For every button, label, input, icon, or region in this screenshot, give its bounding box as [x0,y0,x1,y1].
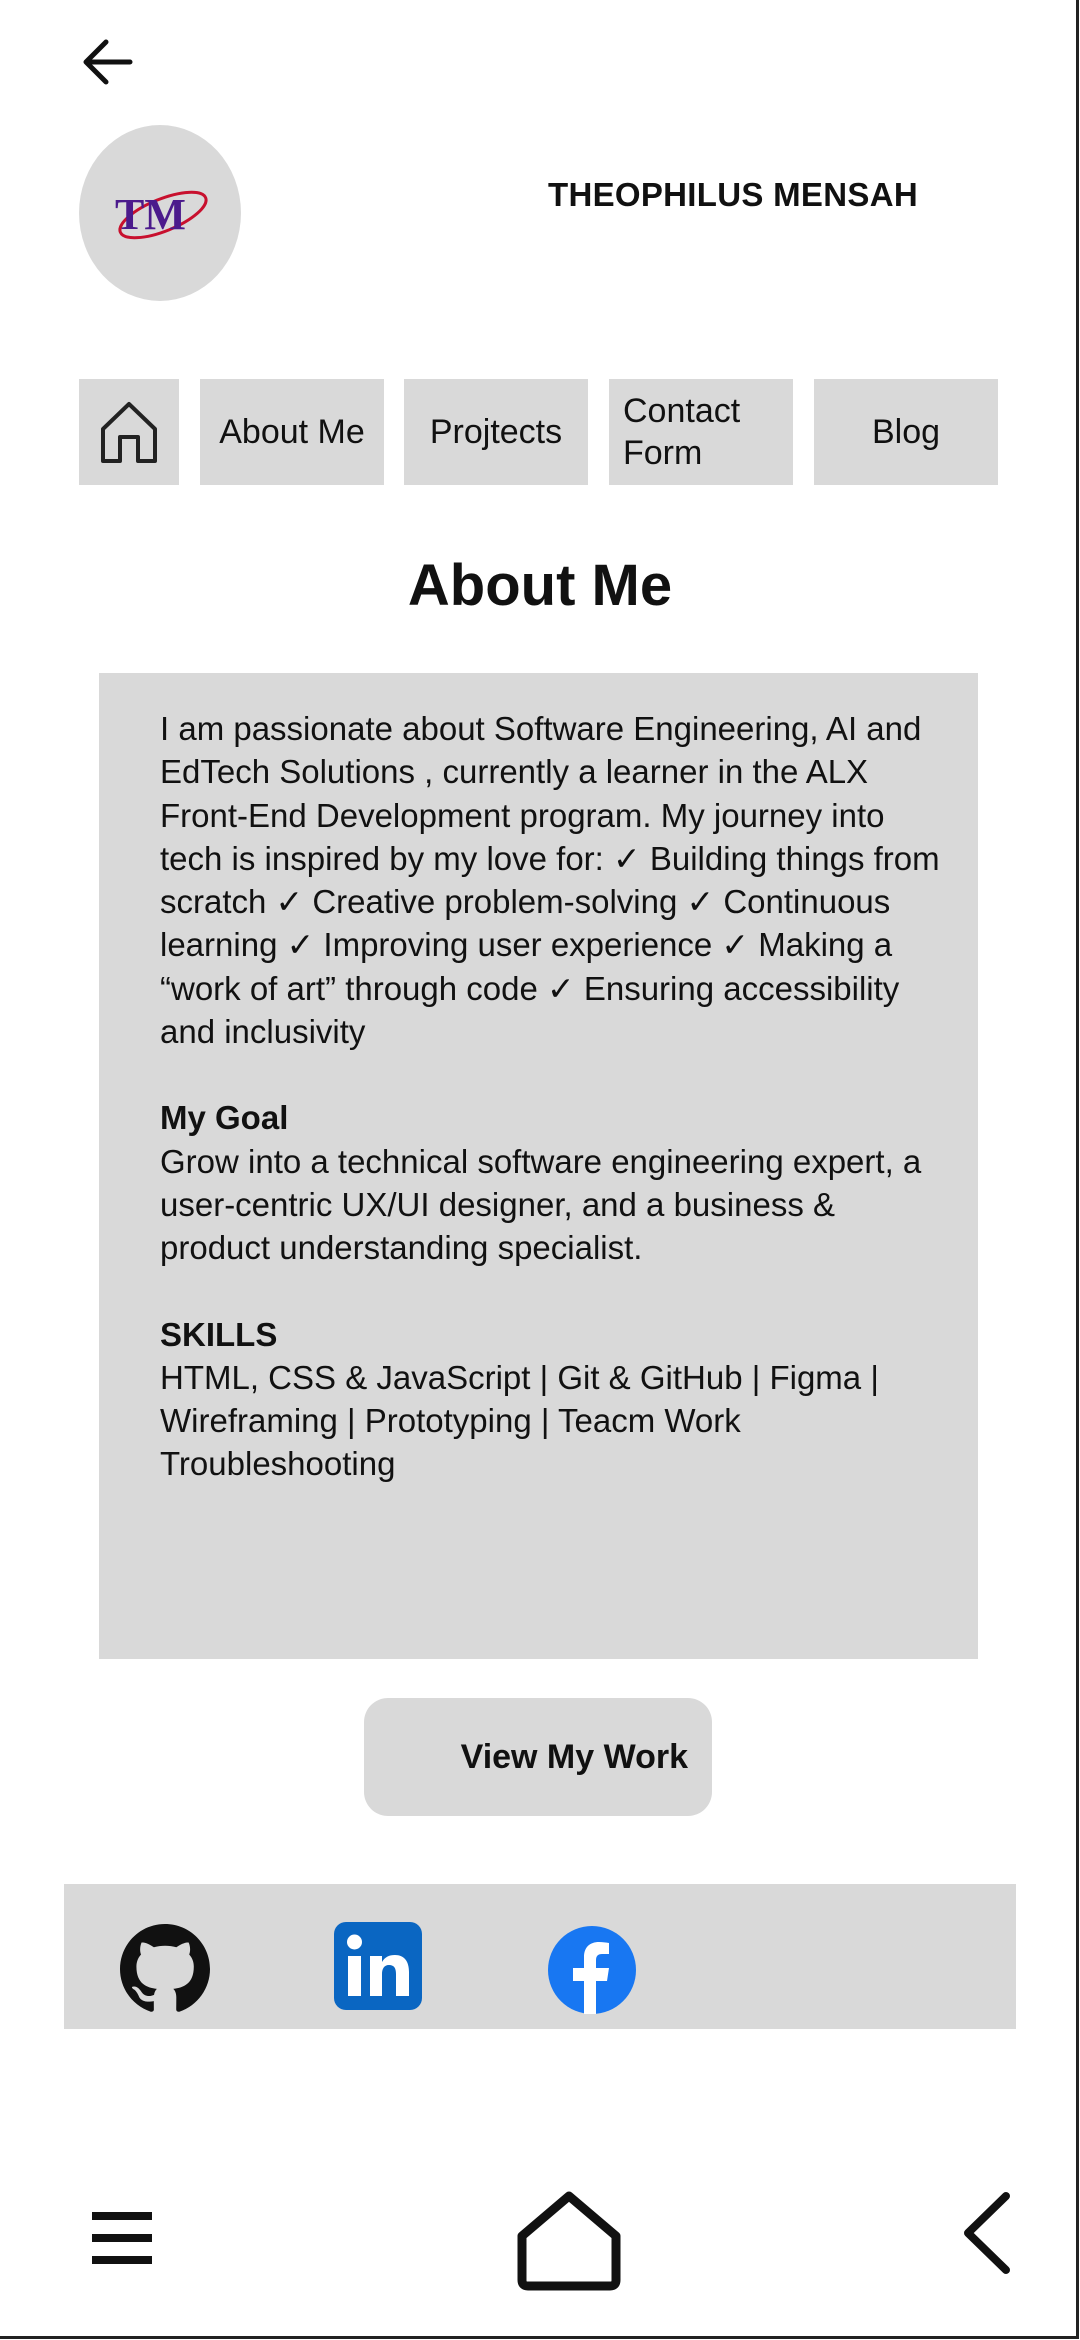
nav-projects[interactable]: Projtects [404,379,588,485]
about-card: I am passionate about Software Engineeri… [99,673,978,1659]
skills-text: HTML, CSS & JavaScript | Git & GitHub | … [160,1358,879,1483]
nav-home[interactable] [79,379,179,485]
github-link[interactable] [120,1924,210,2014]
facebook-icon [548,1926,636,2014]
profile-name: THEOPHILUS MENSAH [548,176,918,213]
facebook-link[interactable] [548,1926,638,2016]
linkedin-icon [334,1922,422,2010]
tm-logo-icon: TM [115,190,208,240]
skills-heading: SKILLS [160,1315,278,1353]
system-menu-button[interactable] [92,2210,152,2271]
linkedin-link[interactable] [334,1922,424,2012]
social-links-bar [64,1884,1016,2029]
back-arrow-button[interactable] [80,36,136,88]
arrow-left-icon [83,39,133,85]
nav-contact-line1: Contact [623,392,741,430]
home-icon [517,2191,621,2291]
nav-contact-line2: Form [623,434,703,472]
home-icon [101,402,157,463]
about-card-content: I am passionate about Software Engineeri… [160,707,950,1486]
view-my-work-button[interactable]: View My Work [364,1698,712,1816]
github-icon [120,1924,210,2012]
nav-blog[interactable]: Blog [814,379,998,485]
logo-text: TM [115,190,186,239]
menu-icon [92,2212,152,2264]
system-home-button[interactable] [516,2190,622,2297]
profile-avatar: TM [79,125,241,301]
goal-text: Grow into a technical software engineeri… [160,1142,922,1267]
system-back-button[interactable] [958,2190,1014,2281]
nav-contact-form[interactable]: Contact Form [609,379,793,485]
chevron-left-icon [964,2192,1010,2274]
goal-heading: My Goal [160,1099,289,1137]
nav-about-me[interactable]: About Me [200,379,384,485]
about-intro: I am passionate about Software Engineeri… [160,710,940,1051]
page-title: About Me [407,553,673,618]
